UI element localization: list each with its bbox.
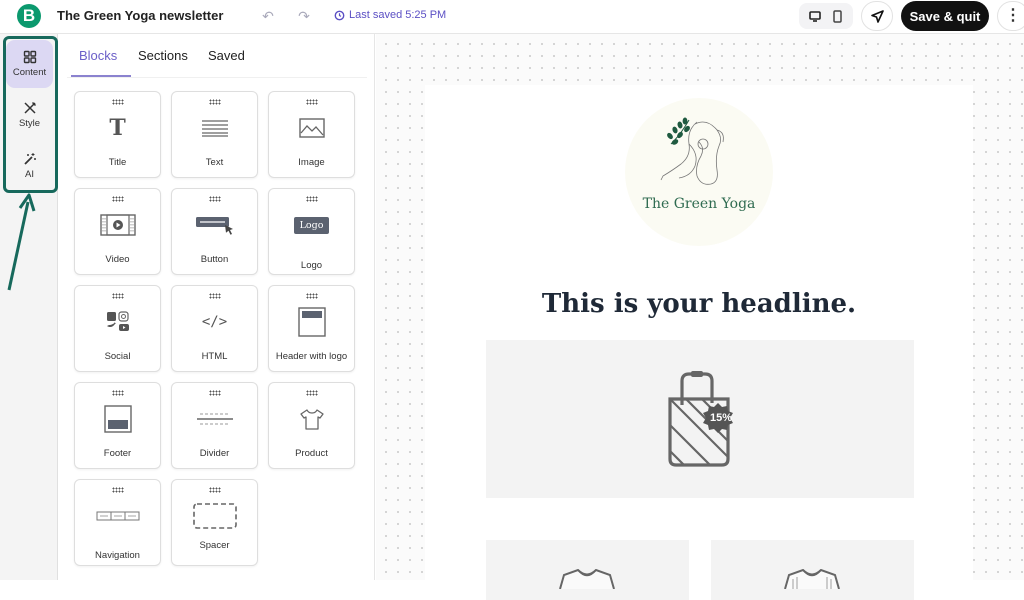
- divider-icon: [196, 413, 233, 425]
- mobile-icon[interactable]: [828, 6, 848, 26]
- send-icon: [870, 9, 884, 23]
- block-label: Image: [298, 157, 325, 168]
- block-label: Footer: [103, 448, 132, 459]
- block-label: Video: [105, 254, 130, 265]
- send-test-button[interactable]: [861, 1, 893, 31]
- save-and-quit-button[interactable]: Save & quit: [901, 1, 989, 31]
- block-product[interactable]: Product: [268, 382, 355, 469]
- image-icon: [298, 118, 325, 138]
- discount-badge: 15%: [709, 412, 733, 424]
- device-preview-toggle: [799, 3, 853, 29]
- drag-handle-icon: [306, 293, 318, 299]
- drag-handle-icon: [112, 99, 124, 105]
- drag-handle-icon: [306, 99, 318, 105]
- document-title[interactable]: The Green Yoga newsletter: [57, 8, 223, 23]
- drag-handle-icon: [209, 293, 221, 299]
- video-icon: [99, 214, 136, 236]
- yoga-figure-icon: [660, 117, 724, 185]
- drag-handle-icon: [209, 487, 221, 493]
- block-label: Logo: [300, 260, 323, 271]
- email-headline[interactable]: This is your headline.: [425, 289, 973, 319]
- drag-handle-icon: [209, 99, 221, 105]
- drag-handle-icon: [112, 196, 124, 202]
- footer-layout-icon: [103, 405, 132, 433]
- hero-image-placeholder[interactable]: 15%: [486, 340, 914, 498]
- block-label: Title: [108, 157, 127, 168]
- desktop-icon[interactable]: [805, 6, 825, 26]
- tab-sections[interactable]: Sections: [138, 48, 188, 63]
- product-image-placeholder[interactable]: [711, 540, 914, 600]
- block-divider[interactable]: Divider: [171, 382, 258, 469]
- tshirt-icon: [299, 409, 324, 430]
- block-label: Navigation: [95, 550, 140, 561]
- block-button[interactable]: Button: [171, 188, 258, 275]
- more-options-button[interactable]: ⋮: [997, 1, 1024, 31]
- brand-logo-image[interactable]: The Green Yoga: [625, 98, 773, 246]
- block-label: Divider: [199, 448, 230, 459]
- sweater-icon: [784, 569, 840, 589]
- block-title[interactable]: T Title: [74, 91, 161, 178]
- annotation-highlight-box: [3, 36, 58, 193]
- sweater-icon: [559, 569, 615, 589]
- block-spacer[interactable]: Spacer: [171, 479, 258, 566]
- tab-blocks[interactable]: Blocks: [79, 48, 117, 63]
- drag-handle-icon: [112, 487, 124, 493]
- block-logo[interactable]: Logo Logo: [268, 188, 355, 275]
- annotation-arrow: [7, 193, 36, 291]
- block-text[interactable]: Text: [171, 91, 258, 178]
- block-label: Button: [200, 254, 229, 265]
- block-footer[interactable]: Footer: [74, 382, 161, 469]
- drag-handle-icon: [112, 293, 124, 299]
- logo-icon: Logo: [293, 216, 330, 234]
- save-status: Last saved 5:25 PM: [334, 9, 446, 21]
- block-html[interactable]: </> HTML: [171, 285, 258, 372]
- block-label: HTML: [201, 351, 228, 362]
- blocks-panel: Blocks Sections Saved T Title Text Image…: [59, 34, 375, 580]
- social-icons: [106, 311, 129, 331]
- block-label: Spacer: [199, 540, 230, 551]
- block-header-with-logo[interactable]: Header with logo: [268, 285, 355, 372]
- block-label: Text: [205, 157, 224, 168]
- spacer-icon: [192, 503, 237, 529]
- block-video[interactable]: Video: [74, 188, 161, 275]
- drag-handle-icon: [306, 390, 318, 396]
- text-lines-icon: [201, 120, 228, 137]
- undo-icon[interactable]: ↶: [258, 6, 278, 26]
- block-label: Product: [295, 448, 328, 459]
- product-image-placeholder[interactable]: [486, 540, 689, 600]
- drag-handle-icon: [209, 390, 221, 396]
- top-bar: B The Green Yoga newsletter ↶ ↷ Last sav…: [0, 0, 1024, 34]
- drag-handle-icon: [112, 390, 124, 396]
- last-saved-text: Last saved 5:25 PM: [349, 9, 447, 21]
- block-social[interactable]: Social: [74, 285, 161, 372]
- code-icon: </>: [201, 314, 228, 330]
- block-navigation[interactable]: Navigation: [74, 479, 161, 566]
- email-canvas[interactable]: The Green Yoga This is your headline. 15…: [376, 34, 1024, 600]
- header-layout-icon: [297, 307, 326, 337]
- navigation-bar-icon: [96, 511, 139, 521]
- block-image[interactable]: Image: [268, 91, 355, 178]
- redo-icon[interactable]: ↷: [294, 6, 314, 26]
- drag-handle-icon: [209, 196, 221, 202]
- clock-history-icon: [334, 10, 345, 20]
- logo-brand-name: The Green Yoga: [642, 196, 756, 212]
- drag-handle-icon: [306, 196, 318, 202]
- button-cursor-icon: [195, 217, 233, 235]
- panel-tabs: Blocks Sections Saved: [67, 34, 367, 78]
- block-label: Header with logo: [275, 351, 348, 362]
- active-tab-indicator: [71, 75, 131, 77]
- tab-saved[interactable]: Saved: [208, 48, 245, 63]
- block-label: Social: [104, 351, 131, 362]
- brand-logo[interactable]: B: [17, 4, 41, 28]
- title-t-icon: T: [109, 115, 126, 141]
- email-body[interactable]: The Green Yoga This is your headline. 15…: [425, 85, 973, 600]
